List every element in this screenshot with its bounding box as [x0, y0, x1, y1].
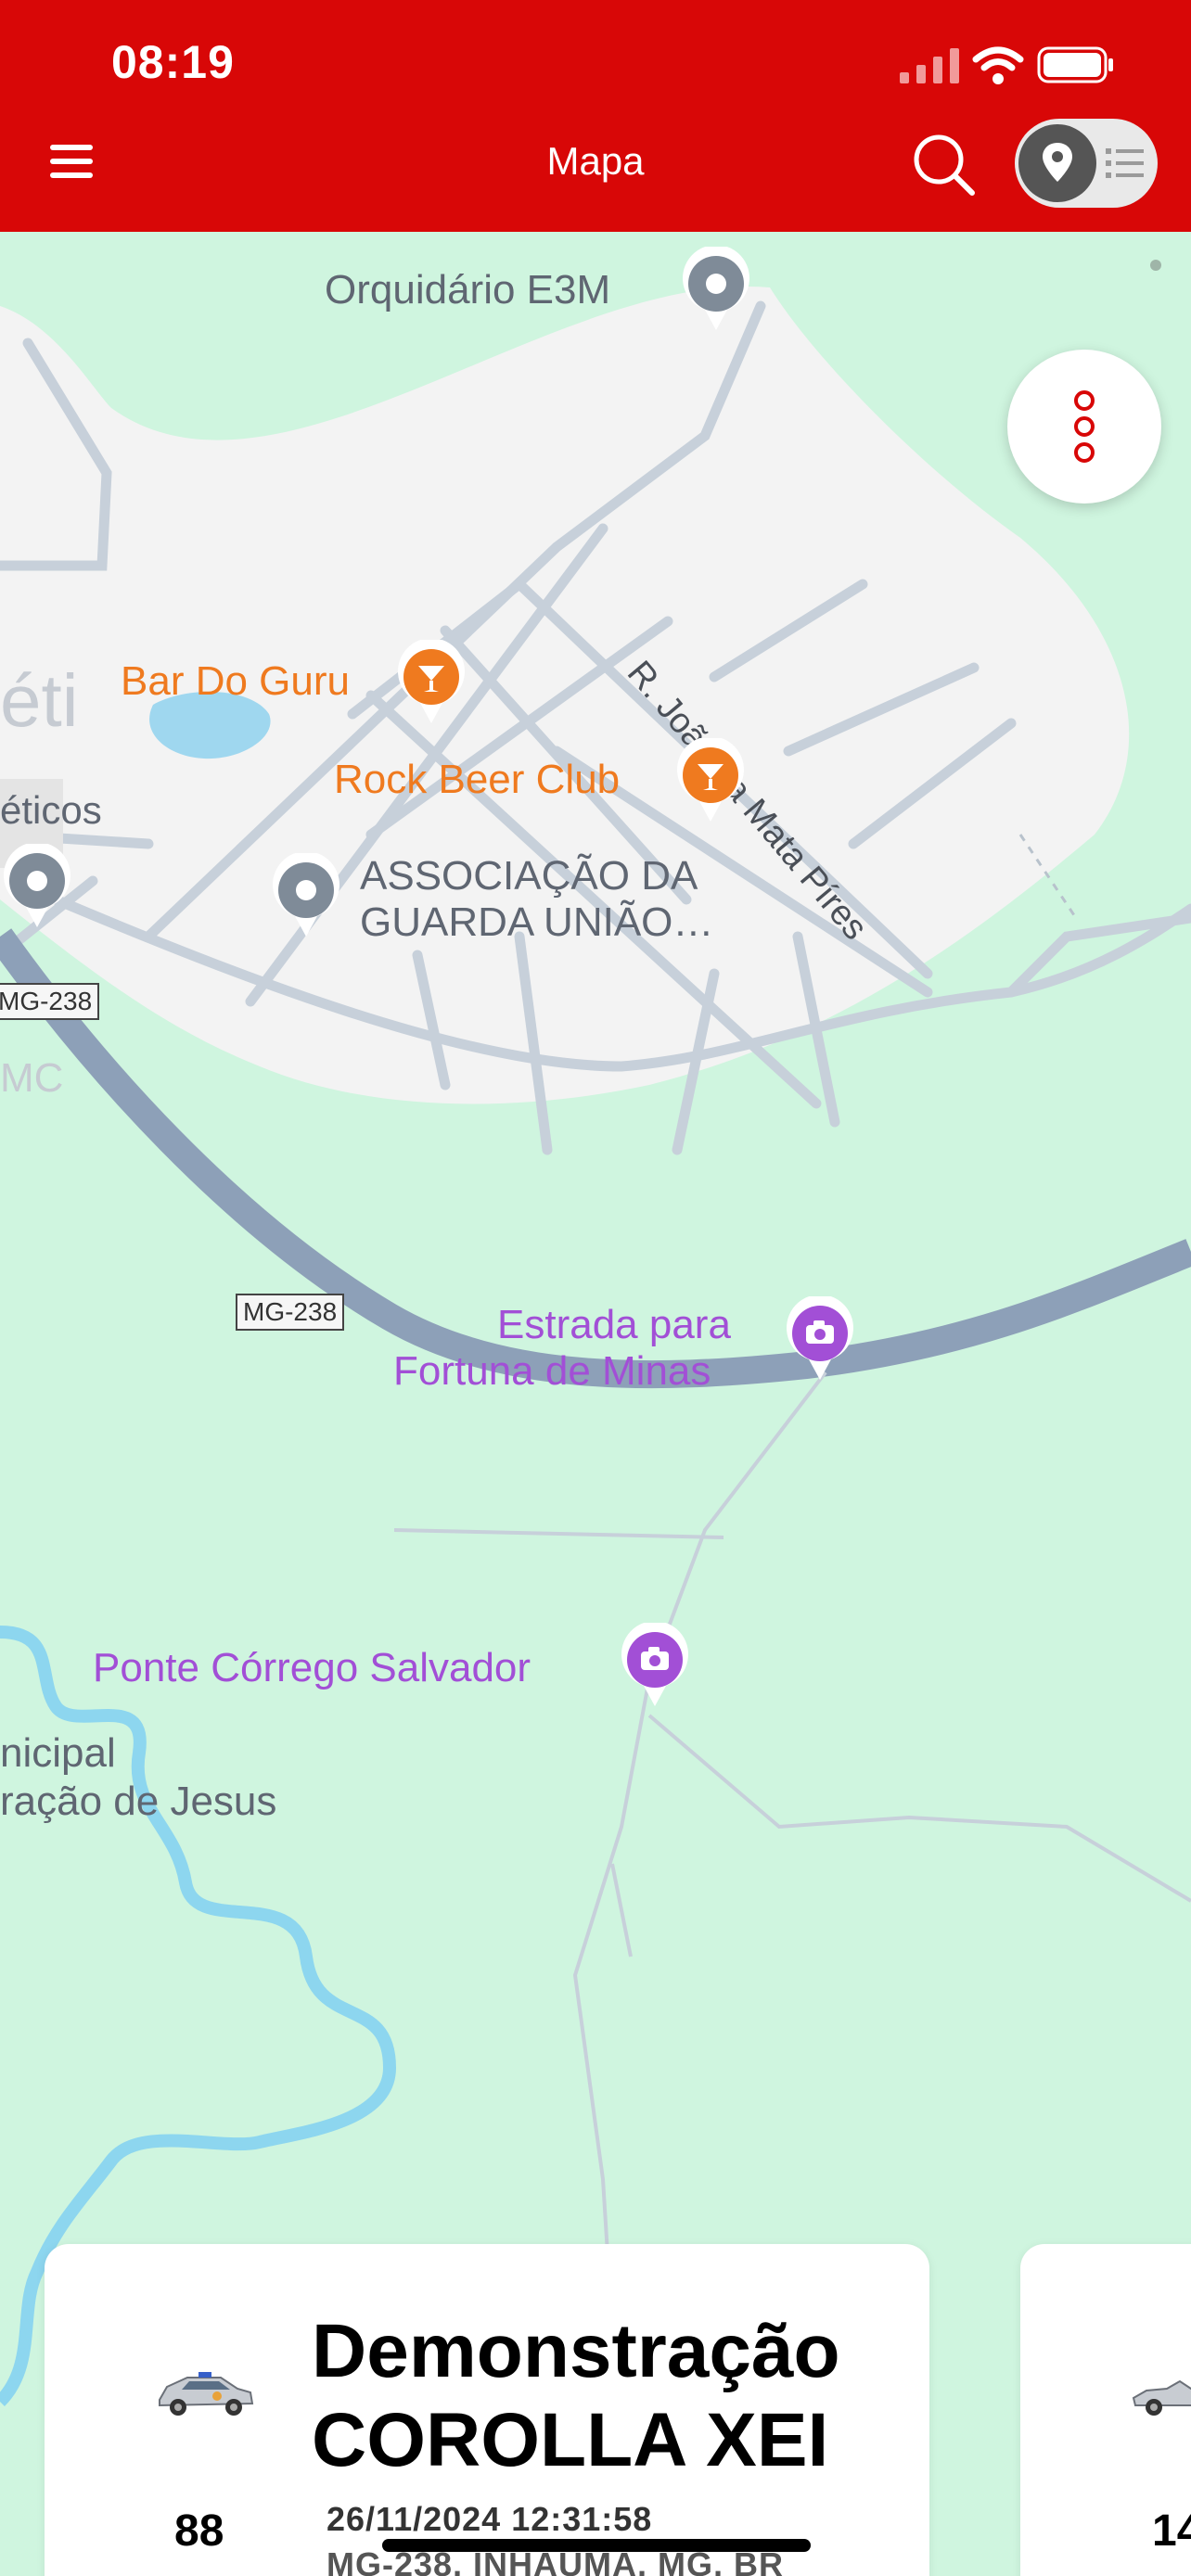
map-pin-associacao[interactable] [269, 853, 343, 942]
area-label-partial: éti [0, 659, 79, 742]
poi-label-municipal-line2: ração de Jesus [0, 1779, 277, 1824]
road-shield-mg238-center: MG-238 [236, 1294, 345, 1331]
cellular-signal-icon [900, 48, 959, 83]
vehicle-speed: 14 [1152, 2506, 1191, 2556]
app-screen: 08:19 Mapa Orquidário E3M éti Bar Do Gur… [0, 0, 1191, 2576]
poi-label-ponte: Ponte Córrego Salvador [93, 1645, 531, 1690]
convertible-car-icon [1132, 2379, 1191, 2416]
vehicle-name-line1: Demonstração [312, 2309, 840, 2393]
poi-label-estrada-line2: Fortuna de Minas [393, 1348, 711, 1394]
list-icon [1106, 148, 1144, 178]
poi-label-orquidario: Orquidário E3M [325, 267, 611, 312]
road-shield-partial: MC [0, 1055, 64, 1101]
map-attribution-dot [1150, 260, 1161, 271]
poi-label-estrada-line1: Estrada para [497, 1302, 731, 1347]
map-pin-eticos[interactable] [0, 844, 74, 933]
poi-label-eticos: éticos [0, 788, 102, 832]
vehicle-speed: 88 [174, 2506, 224, 2556]
vehicle-card[interactable]: 14 [1020, 2244, 1191, 2576]
top-app-bar: 08:19 Mapa [0, 0, 1191, 232]
map-pin-orquidario[interactable] [679, 247, 753, 336]
page-title: Mapa [546, 139, 645, 183]
poi-label-rock-beer-club: Rock Beer Club [334, 757, 621, 802]
map-base-layer [0, 286, 1191, 2477]
poi-label-associacao-line2: GUARDA UNIÃO… [360, 899, 714, 945]
vehicle-card[interactable]: Demonstração COROLLA XEI 88 26/11/2024 1… [45, 2244, 929, 2576]
road-shield-mg238-left: MG-238 [0, 983, 100, 1020]
poi-label-associacao-line1: ASSOCIAÇÃO DA [360, 853, 698, 899]
poi-label-municipal-line1: nicipal [0, 1730, 116, 1776]
vertical-dots-icon [1074, 390, 1095, 463]
search-icon[interactable] [909, 130, 978, 198]
more-options-button[interactable] [1007, 350, 1161, 504]
bar-pin-icon[interactable] [673, 738, 748, 827]
car-icon [159, 2372, 254, 2416]
bar-pin-icon[interactable] [394, 640, 468, 729]
status-time: 08:19 [111, 36, 235, 88]
poi-label-bar-do-guru: Bar Do Guru [121, 658, 350, 704]
camera-pin-icon[interactable] [618, 1623, 692, 1712]
map-list-view-toggle[interactable] [1015, 119, 1158, 208]
wifi-icon [972, 46, 1024, 84]
home-indicator [382, 2539, 811, 2552]
map-view[interactable]: Orquidário E3M éti Bar Do Guru Rock Beer… [0, 232, 1191, 2576]
vehicle-name: Demonstração COROLLA XEI [312, 2307, 840, 2485]
vehicle-last-update: 26/11/2024 12:31:58 [327, 2500, 653, 2538]
battery-icon [1037, 46, 1113, 83]
location-pin-icon [1043, 143, 1072, 182]
camera-pin-icon[interactable] [783, 1296, 857, 1385]
vehicle-name-line2: COROLLA XEI [312, 2398, 829, 2482]
toggle-knob [1018, 124, 1096, 202]
